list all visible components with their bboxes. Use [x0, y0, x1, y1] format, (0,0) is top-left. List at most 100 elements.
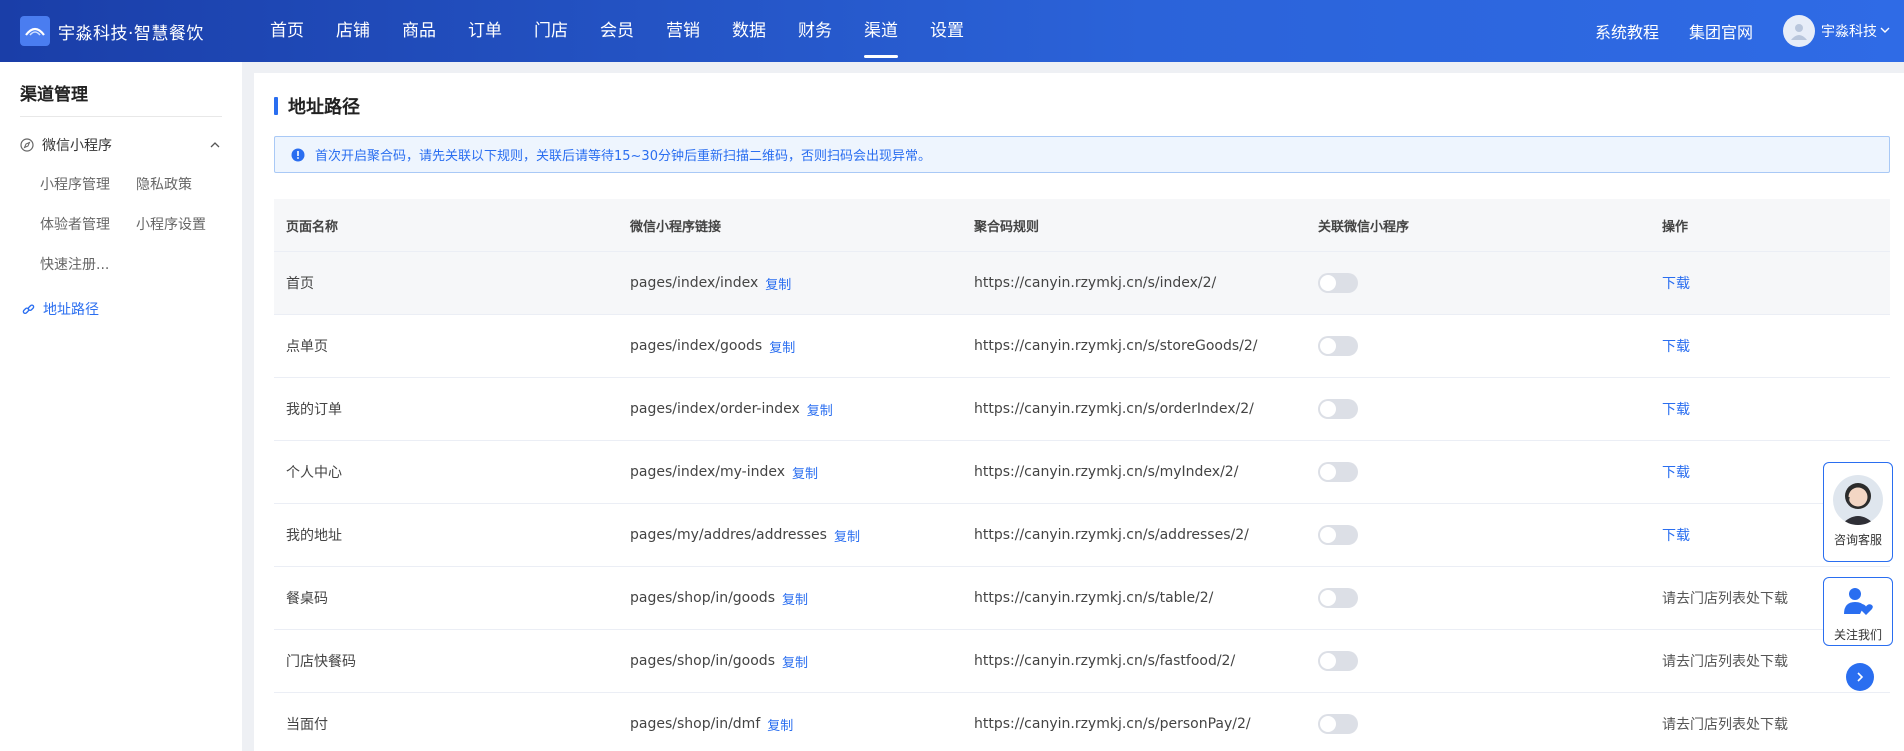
nav-item-data[interactable]: 数据	[732, 0, 766, 62]
brand[interactable]: 宇淼科技·智慧餐饮	[20, 16, 204, 46]
chevron-right-icon[interactable]	[1846, 663, 1874, 691]
qr-rule: https://canyin.rzymkj.cn/s/myIndex/2/	[974, 464, 1239, 480]
qr-rule: https://canyin.rzymkj.cn/s/index/2/	[974, 275, 1217, 291]
copy-button[interactable]: 复制	[807, 400, 833, 419]
qr-rule: https://canyin.rzymkj.cn/s/personPay/2/	[974, 716, 1251, 732]
nav-item-channel[interactable]: 渠道	[864, 0, 898, 62]
compass-icon	[20, 138, 34, 152]
follow-us-label: 关注我们	[1833, 628, 1882, 642]
link-miniprogram-toggle[interactable]	[1318, 336, 1358, 356]
page-name: 门店快餐码	[286, 654, 356, 670]
table-row: 点单页 pages/index/goods 复制 https://canyin.r…	[274, 315, 1890, 378]
agent-avatar-icon	[1833, 475, 1883, 525]
linked-cell	[1306, 399, 1650, 419]
link-miniprogram-toggle[interactable]	[1318, 399, 1358, 419]
main-panel: 地址路径 首次开启聚合码，请先关联以下规则，关联后请等待15~30分钟后重新扫描…	[254, 73, 1904, 751]
miniprogram-path: pages/index/order-index	[630, 401, 800, 417]
miniprogram-path: pages/index/my-index	[630, 464, 786, 480]
link-miniprogram-toggle[interactable]	[1318, 462, 1358, 482]
nav-item-home[interactable]: 首页	[270, 0, 304, 62]
follow-us-widget[interactable]: 关注我们	[1823, 577, 1893, 646]
chevron-up-icon[interactable]	[210, 138, 220, 154]
download-hint: 请去门店列表处下载	[1662, 591, 1788, 607]
table-row: 当面付 pages/shop/in/dmf 复制 https://canyin.r…	[274, 693, 1890, 751]
sidebar-subitems: 小程序管理 隐私政策 体验者管理 小程序设置 快速注册...	[0, 165, 242, 285]
link-miniprogram-toggle[interactable]	[1318, 588, 1358, 608]
table-row: 首页 pages/index/index 复制 https://canyin.rz…	[274, 252, 1890, 315]
action-cell: 下载	[1650, 273, 1890, 293]
linked-cell	[1306, 273, 1650, 293]
linked-cell	[1306, 336, 1650, 356]
linked-cell	[1306, 714, 1650, 734]
chevron-down-icon[interactable]	[1880, 23, 1890, 39]
sidebar: 渠道管理 微信小程序 小程序管理 隐私政策 体验者管理 小程序设置 快速注册..…	[0, 62, 242, 751]
sidebar-group-wechat-miniprogram[interactable]: 微信小程序	[0, 125, 242, 165]
download-button[interactable]: 下载	[1662, 336, 1690, 356]
miniprogram-path: pages/shop/in/goods	[630, 590, 775, 606]
sidebar-item-miniprogram-manage[interactable]: 小程序管理	[40, 165, 136, 205]
follow-user-heart-icon	[1842, 586, 1874, 620]
user-name[interactable]: 宇淼科技	[1821, 21, 1877, 41]
column-header-action: 操作	[1662, 219, 1689, 235]
link-miniprogram-toggle[interactable]	[1318, 714, 1358, 734]
table-row: 门店快餐码 pages/shop/in/goods 复制 https://cany…	[274, 630, 1890, 693]
info-icon	[291, 148, 305, 162]
download-button[interactable]: 下载	[1662, 399, 1690, 419]
download-button[interactable]: 下载	[1662, 525, 1690, 545]
download-hint: 请去门店列表处下载	[1662, 717, 1788, 733]
nav-item-settings[interactable]: 设置	[930, 0, 964, 62]
miniprogram-link-cell: pages/index/order-index 复制	[618, 400, 962, 419]
sidebar-item-privacy-policy[interactable]: 隐私政策	[136, 165, 236, 205]
nav-item-stores[interactable]: 门店	[534, 0, 568, 62]
miniprogram-link-cell: pages/index/goods 复制	[618, 337, 962, 356]
copy-button[interactable]: 复制	[792, 463, 818, 482]
action-cell: 下载	[1650, 399, 1890, 419]
linked-cell	[1306, 651, 1650, 671]
sidebar-divider	[20, 116, 222, 117]
miniprogram-link-cell: pages/shop/in/goods 复制	[618, 589, 962, 608]
copy-button[interactable]: 复制	[834, 526, 860, 545]
copy-button[interactable]: 复制	[769, 337, 795, 356]
miniprogram-path: pages/my/addres/addresses	[630, 527, 827, 543]
column-header-miniprogram-link: 微信小程序链接	[630, 219, 722, 235]
nav-item-goods[interactable]: 商品	[402, 0, 436, 62]
tutorial-link[interactable]: 系统教程	[1595, 19, 1659, 43]
copy-button[interactable]: 复制	[765, 274, 791, 293]
nav-item-marketing[interactable]: 营销	[666, 0, 700, 62]
miniprogram-link-cell: pages/index/index 复制	[618, 274, 962, 293]
link-miniprogram-toggle[interactable]	[1318, 651, 1358, 671]
customer-service-widget[interactable]: 咨询客服	[1823, 462, 1893, 562]
user-avatar-icon[interactable]	[1783, 15, 1815, 47]
copy-button[interactable]: 复制	[782, 589, 808, 608]
copy-button[interactable]: 复制	[767, 715, 793, 734]
column-header-qr-rule: 聚合码规则	[974, 219, 1040, 235]
link-miniprogram-toggle[interactable]	[1318, 525, 1358, 545]
main-nav: 首页 店铺 商品 订单 门店 会员 营销 数据 财务 渠道 设置	[270, 0, 996, 62]
copy-button[interactable]: 复制	[782, 652, 808, 671]
notice-text: 首次开启聚合码，请先关联以下规则，关联后请等待15~30分钟后重新扫描二维码，否…	[315, 149, 931, 164]
qr-rule: https://canyin.rzymkj.cn/s/table/2/	[974, 590, 1214, 606]
nav-item-members[interactable]: 会员	[600, 0, 634, 62]
sidebar-group-label: 微信小程序	[42, 138, 112, 154]
download-button[interactable]: 下载	[1662, 462, 1690, 482]
linked-cell	[1306, 588, 1650, 608]
nav-item-orders[interactable]: 订单	[468, 0, 502, 62]
sidebar-item-address-path[interactable]: 地址路径	[0, 289, 242, 329]
sidebar-item-quick-register[interactable]: 快速注册...	[40, 245, 136, 285]
linked-cell	[1306, 462, 1650, 482]
nav-item-finance[interactable]: 财务	[798, 0, 832, 62]
customer-service-label: 咨询客服	[1833, 533, 1882, 547]
miniprogram-path: pages/shop/in/dmf	[630, 716, 761, 732]
download-button[interactable]: 下载	[1662, 273, 1690, 293]
brand-logo-icon	[20, 16, 50, 46]
official-site-link[interactable]: 集团官网	[1689, 19, 1753, 43]
brand-title: 宇淼科技·智慧餐饮	[58, 23, 204, 44]
action-cell: 下载	[1650, 336, 1890, 356]
qr-rule: https://canyin.rzymkj.cn/s/orderIndex/2/	[974, 401, 1254, 417]
link-miniprogram-toggle[interactable]	[1318, 273, 1358, 293]
miniprogram-path: pages/index/index	[630, 275, 759, 291]
nav-item-shop[interactable]: 店铺	[336, 0, 370, 62]
sidebar-item-tester-manage[interactable]: 体验者管理	[40, 205, 136, 245]
sidebar-item-label: 地址路径	[43, 302, 99, 318]
sidebar-item-miniprogram-settings[interactable]: 小程序设置	[136, 205, 236, 245]
